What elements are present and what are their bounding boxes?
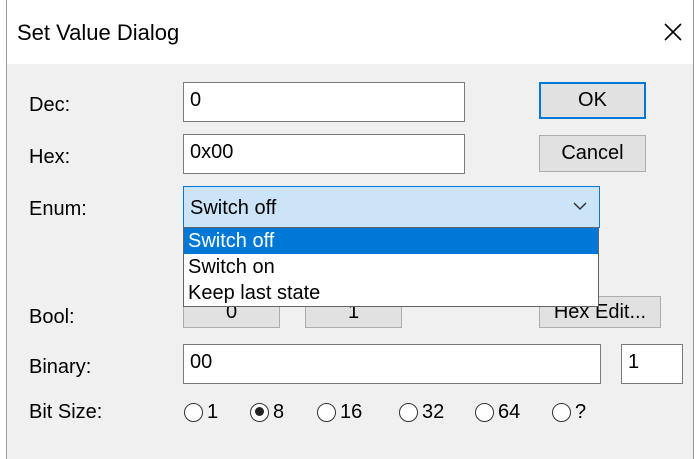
radio-circle	[399, 402, 418, 422]
enum-option[interactable]: Keep last state	[184, 280, 598, 306]
bit-size-radio-unknown[interactable]: ?	[552, 400, 586, 424]
radio-label: 16	[340, 400, 363, 423]
dialog-title: Set Value Dialog	[17, 20, 180, 45]
radio-circle-checked	[250, 402, 269, 422]
radio-circle	[184, 402, 203, 422]
dec-label: Dec:	[29, 94, 71, 116]
bool-label: Bool:	[29, 306, 75, 328]
radio-circle	[317, 402, 336, 422]
hex-label: Hex:	[29, 146, 71, 168]
radio-circle	[552, 402, 571, 422]
radio-label: 32	[422, 400, 445, 423]
bit-size-label: Bit Size:	[29, 401, 103, 423]
radio-label: ?	[575, 400, 587, 423]
enum-combobox[interactable]: Switch off	[183, 186, 600, 228]
binary-label: Binary:	[29, 356, 92, 378]
radio-label: 8	[273, 400, 285, 423]
title-bar: Set Value Dialog	[7, 0, 693, 64]
bit-size-radio-32[interactable]: 32	[399, 400, 444, 424]
ok-button[interactable]: OK	[539, 82, 646, 119]
radio-label: 1	[207, 400, 219, 423]
enum-option[interactable]: Switch off	[184, 228, 598, 254]
set-value-dialog: Set Value Dialog Dec: 0 OK Hex: 0x00 Can…	[6, 0, 694, 459]
bit-size-radio-16[interactable]: 16	[317, 400, 362, 424]
radio-circle	[475, 402, 494, 422]
bit-size-radio-1[interactable]: 1	[184, 400, 218, 424]
bit-size-radio-64[interactable]: 64	[475, 400, 520, 424]
close-icon	[664, 23, 682, 41]
enum-option[interactable]: Switch on	[184, 254, 598, 280]
binary-input[interactable]: 00	[183, 344, 601, 384]
close-button[interactable]	[653, 10, 693, 54]
enum-selected-value: Switch off	[190, 197, 277, 219]
cancel-button[interactable]: Cancel	[539, 135, 646, 172]
radio-label: 64	[498, 400, 521, 423]
bit-size-radio-8[interactable]: 8	[250, 400, 284, 424]
binary-length-field: 1	[621, 344, 683, 384]
hex-input[interactable]: 0x00	[183, 134, 465, 174]
enum-dropdown-list: Switch off Switch on Keep last state	[183, 227, 599, 307]
enum-label: Enum:	[29, 198, 87, 220]
chevron-down-icon	[573, 202, 587, 211]
dec-input[interactable]: 0	[183, 82, 465, 122]
